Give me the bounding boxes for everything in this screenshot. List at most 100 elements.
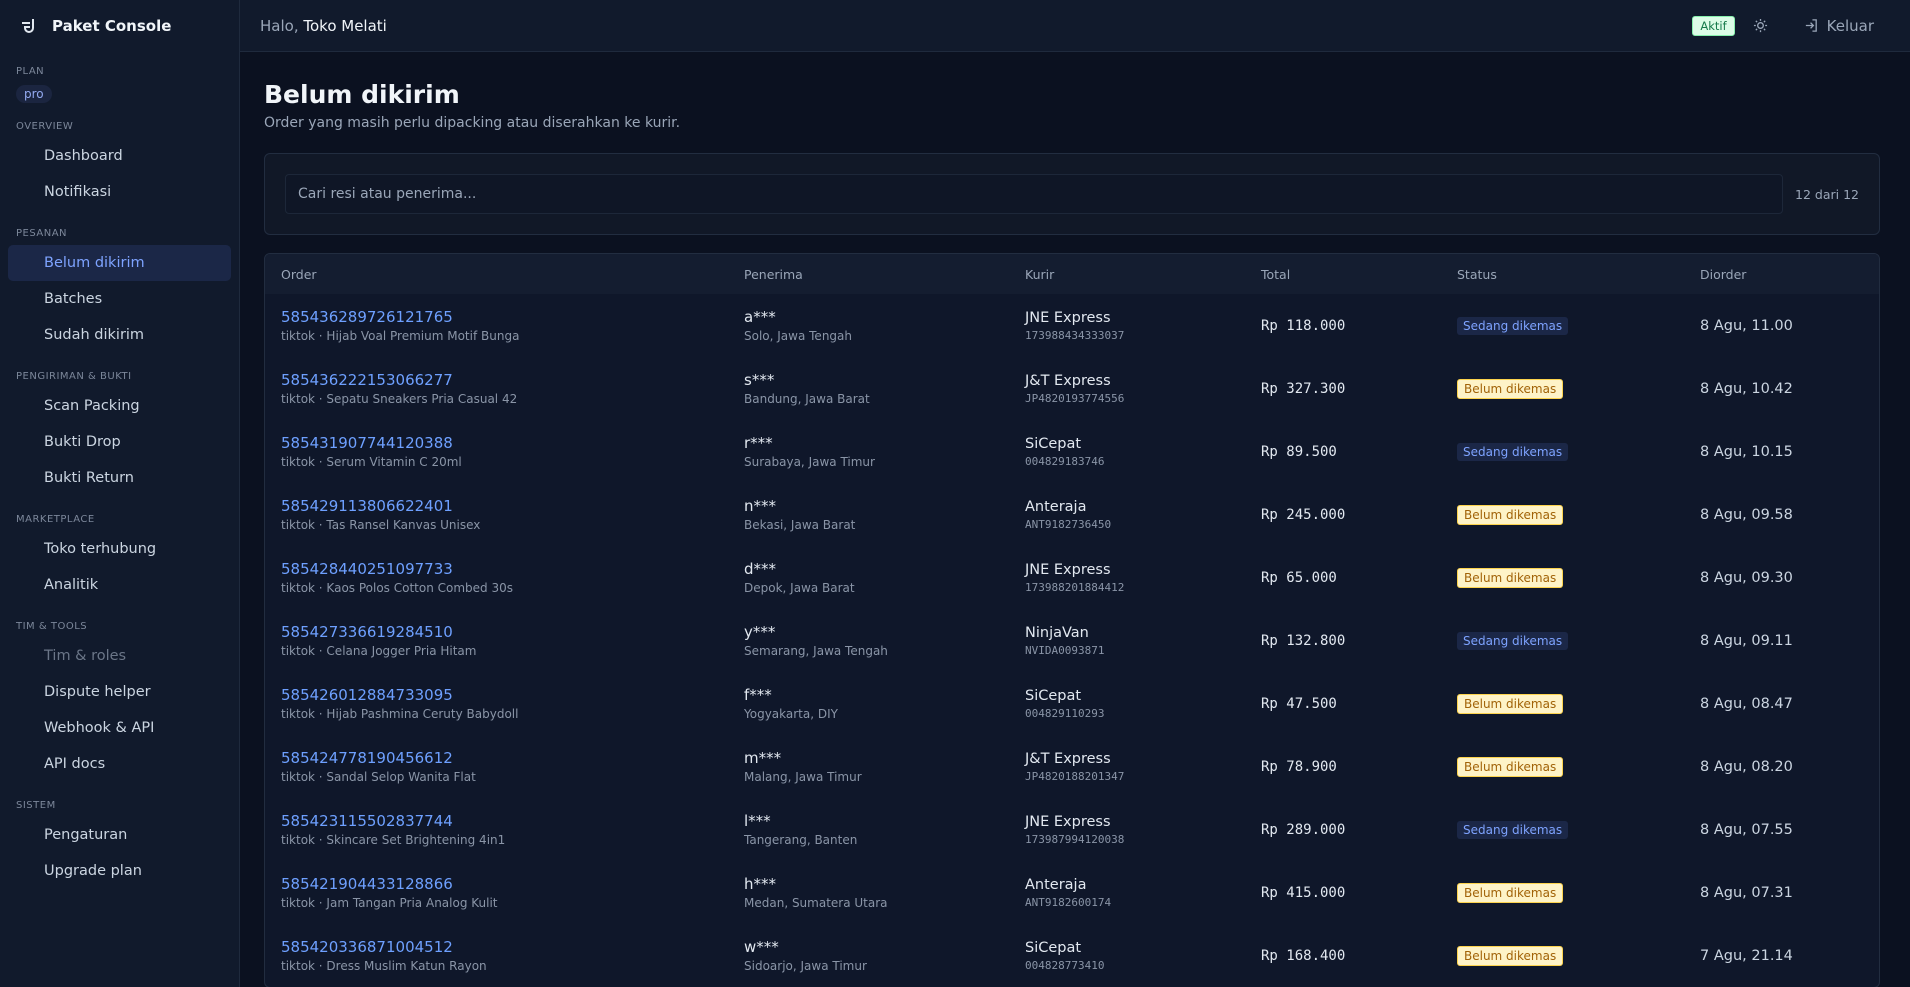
status-cell: Sedang dikemas: [1441, 609, 1684, 672]
order-date: 8 Agu, 07.55: [1700, 821, 1793, 838]
sidebar-item-upgrade-plan[interactable]: Upgrade plan: [8, 853, 231, 889]
order-id-link[interactable]: 585423115502837744: [281, 812, 728, 830]
order-id-link[interactable]: 585428440251097733: [281, 560, 728, 578]
order-total: Rp 415.000: [1261, 884, 1346, 901]
order-product: tiktok · Sepatu Sneakers Pria Casual 42: [281, 392, 518, 406]
sidebar-item-sudah-dikirim[interactable]: Sudah dikirim: [8, 317, 231, 353]
sidebar-item-tim-roles[interactable]: Tim & roles: [8, 638, 231, 674]
sidebar-item-notifikasi[interactable]: Notifikasi: [8, 174, 231, 210]
tracking-number: 173988201884412: [1025, 580, 1125, 594]
order-date: 7 Agu, 21.14: [1700, 947, 1793, 964]
tracking-number: ANT9182736450: [1025, 517, 1112, 531]
recipient-city: Bekasi, Jawa Barat: [744, 518, 856, 532]
order-id-link[interactable]: 585421904433128866: [281, 875, 728, 893]
recipient-city: Tangerang, Banten: [744, 833, 858, 847]
brand[interactable]: Paket Console: [0, 0, 239, 52]
box-icon: [16, 255, 32, 271]
sidebar-item-pengaturan[interactable]: Pengaturan: [8, 817, 231, 853]
order-id-link[interactable]: 585427336619284510: [281, 623, 728, 641]
main-content: Belum dikirim Order yang masih perlu dip…: [264, 52, 1880, 987]
tracking-number: JP4820193774556: [1025, 391, 1125, 405]
status-badge: Sedang dikemas: [1457, 820, 1569, 839]
sidebar-item-label: Pengaturan: [44, 827, 128, 843]
sidebar-item-dashboard[interactable]: Dashboard: [8, 138, 231, 174]
store-name: Toko Melati: [303, 16, 387, 35]
order-id-link[interactable]: 585420336871004512: [281, 938, 728, 956]
recipient-cell: n*** Bekasi, Jawa Barat: [728, 483, 1009, 546]
total-cell: Rp 168.400: [1245, 924, 1441, 987]
date-cell: 8 Agu, 09.58: [1684, 483, 1879, 546]
camera-icon: [16, 398, 32, 414]
order-id-link[interactable]: 585429113806622401: [281, 497, 728, 515]
order-cell: 585431907744120388 tiktok · Serum Vitamin…: [265, 420, 728, 483]
courier-cell: SiCepat 004828773410: [1009, 924, 1245, 987]
order-product: tiktok · Celana Jogger Pria Hitam: [281, 644, 477, 658]
orders-table-card: Order Penerima Kurir Total Status Diorder 585…: [264, 253, 1880, 987]
sidebar-item-batches[interactable]: Batches: [8, 281, 231, 317]
recipient-name: r***: [744, 434, 773, 452]
status-badge: Belum dikemas: [1457, 756, 1564, 777]
order-id-link[interactable]: 585436289726121765: [281, 308, 728, 326]
status-badge: Belum dikemas: [1457, 504, 1564, 525]
tracking-number: ANT9182600174: [1025, 895, 1112, 909]
order-id-link[interactable]: 585436222153066277: [281, 371, 728, 389]
sidebar-nav: OVERVIEW Dashboard Notifikasi PESANAN Belum …: [0, 121, 239, 889]
total-cell: Rp 327.300: [1245, 357, 1441, 420]
sidebar-item-webhook-api[interactable]: Webhook & API: [8, 710, 231, 746]
recipient-cell: m*** Malang, Jawa Timur: [728, 735, 1009, 798]
sidebar-item-analitik[interactable]: Analitik: [8, 567, 231, 603]
courier-name: Anteraja: [1025, 876, 1087, 893]
dashboard-icon: [16, 148, 32, 164]
order-product: tiktok · Serum Vitamin C 20ml: [281, 455, 462, 469]
order-id-link[interactable]: 585424778190456612: [281, 749, 728, 767]
total-cell: Rp 415.000: [1245, 861, 1441, 924]
order-date: 8 Agu, 08.20: [1700, 758, 1793, 775]
order-cell: 585424778190456612 tiktok · Sandal Selop …: [265, 735, 728, 798]
courier-cell: NinjaVan NVIDA0093871: [1009, 609, 1245, 672]
sidebar-item-scan-packing[interactable]: Scan Packing: [8, 388, 231, 424]
courier-name: Anteraja: [1025, 498, 1087, 515]
recipient-cell: y*** Semarang, Jawa Tengah: [728, 609, 1009, 672]
sidebar-item-bukti-drop[interactable]: Bukti Drop: [8, 424, 231, 460]
sidebar-section-label: MARKETPLACE: [16, 514, 95, 525]
date-cell: 8 Agu, 09.30: [1684, 546, 1879, 609]
sidebar-item-belum-dikirim[interactable]: Belum dikirim: [8, 245, 231, 281]
sidebar-item-label: Toko terhubung: [44, 541, 157, 557]
sidebar-item-bukti-return[interactable]: Bukti Return: [8, 460, 231, 496]
total-cell: Rp 65.000: [1245, 546, 1441, 609]
store-icon: [16, 541, 32, 557]
column-header: Penerima: [744, 266, 803, 282]
total-cell: Rp 47.500: [1245, 672, 1441, 735]
sidebar-item-label: Tim & roles: [44, 648, 127, 664]
order-cell: 585420336871004512 tiktok · Dress Muslim …: [265, 924, 728, 987]
sidebar-item-toko-terhubung[interactable]: Toko terhubung: [8, 531, 231, 567]
order-id-link[interactable]: 585426012884733095: [281, 686, 728, 704]
order-date: 8 Agu, 11.00: [1700, 317, 1793, 334]
order-cell: 585429113806622401 tiktok · Tas Ransel Ka…: [265, 483, 728, 546]
recipient-city: Malang, Jawa Timur: [744, 770, 862, 784]
order-product: tiktok · Tas Ransel Kanvas Unisex: [281, 518, 481, 532]
recipient-name: w***: [744, 938, 779, 956]
sidebar-item-api-docs[interactable]: API docs: [8, 746, 231, 782]
sidebar-section-label: SISTEM: [16, 800, 56, 811]
plan-label: PLAN: [16, 66, 45, 77]
recipient-name: y***: [744, 623, 776, 641]
order-id-link[interactable]: 585431907744120388: [281, 434, 728, 452]
order-cell: 585421904433128866 tiktok · Jam Tangan Pr…: [265, 861, 728, 924]
order-date: 8 Agu, 07.31: [1700, 884, 1793, 901]
status-cell: Belum dikemas: [1441, 357, 1684, 420]
sun-icon[interactable]: [1753, 18, 1768, 33]
courier-name: J&T Express: [1025, 750, 1111, 767]
sidebar-item-label: Sudah dikirim: [44, 327, 145, 343]
recipient-cell: a*** Solo, Jawa Tengah: [728, 294, 1009, 357]
total-cell: Rp 89.500: [1245, 420, 1441, 483]
search-input[interactable]: [285, 174, 1784, 214]
logout-button[interactable]: Keluar: [1804, 17, 1874, 35]
sidebar-item-dispute-helper[interactable]: Dispute helper: [8, 674, 231, 710]
date-cell: 8 Agu, 08.47: [1684, 672, 1879, 735]
code-icon: [16, 756, 32, 772]
order-product: tiktok · Dress Muslim Katun Rayon: [281, 959, 487, 973]
order-product: tiktok · Sandal Selop Wanita Flat: [281, 770, 476, 784]
greeting: Halo, Toko Melati: [260, 17, 387, 35]
table-row: 585420336871004512 tiktok · Dress Muslim …: [265, 924, 1879, 987]
